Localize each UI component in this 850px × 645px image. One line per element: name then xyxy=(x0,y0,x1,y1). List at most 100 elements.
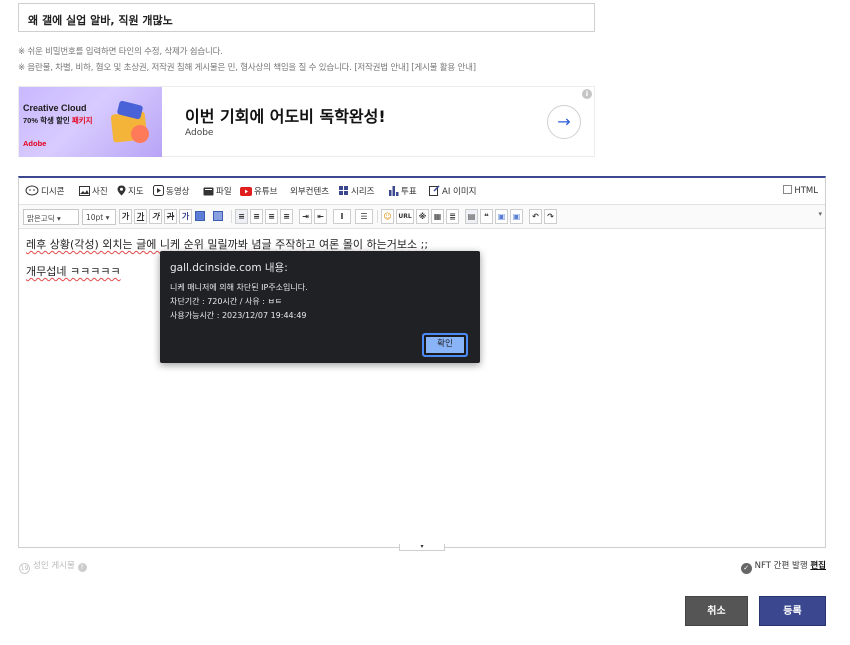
toolbar-series[interactable]: 시리즈 xyxy=(339,185,374,197)
dccon-icon xyxy=(25,185,39,196)
insert-toolbar: 디시콘 사진 지도 동영상 파일 유튜브 외부컨텐츠 시리즈 투표 AI 이미지… xyxy=(19,178,825,205)
line-height-icon[interactable]: I xyxy=(333,209,351,224)
submit-button[interactable]: 등록 xyxy=(759,596,826,626)
ad-image-discount: 70% 학생 할인 패키지 xyxy=(23,115,93,126)
poll-icon xyxy=(389,186,399,196)
toolbar-poll-label: 투표 xyxy=(401,187,417,197)
dialog-ok-button[interactable]: 확인 xyxy=(422,333,468,357)
expand-toolbar-icon[interactable]: ▾ xyxy=(818,210,822,218)
youtube-icon xyxy=(240,187,252,196)
photo-icon xyxy=(79,186,90,196)
save-icon[interactable]: ▣ xyxy=(510,209,523,224)
toolbar-ai-image-label: AI 이미지 xyxy=(442,187,477,197)
toolbar-ai-image[interactable]: AI 이미지 xyxy=(429,185,476,197)
font-family-select[interactable]: 맑은고딕 ▾ xyxy=(23,209,79,225)
toolbar-youtube[interactable]: 유튜브 xyxy=(240,185,277,197)
toolbar-youtube-label: 유튜브 xyxy=(254,187,278,197)
copyright-guide-link[interactable]: [저작권법 안내] xyxy=(354,63,409,73)
adult-rating-icon: 19 xyxy=(19,563,30,574)
italic-button[interactable]: 가 xyxy=(149,209,162,224)
toolbar-map-label: 지도 xyxy=(128,187,144,197)
outdent-icon[interactable]: ⇤ xyxy=(314,209,327,224)
toolbar-series-label: 시리즈 xyxy=(351,187,375,197)
toolbar-dccon[interactable]: 디시콘 xyxy=(25,185,64,197)
underline-button[interactable]: 가 xyxy=(134,209,147,224)
adult-post-option[interactable]: 19 성인 게시물 ? xyxy=(19,559,87,574)
toolbar-external-label: 외부컨텐츠 xyxy=(290,187,330,197)
strikethrough-button[interactable]: 가 xyxy=(164,209,177,224)
html-mode-toggle[interactable]: HTML xyxy=(783,185,818,196)
help-icon[interactable]: ? xyxy=(77,563,87,572)
align-left-icon[interactable]: ≡ xyxy=(235,209,248,224)
dialog-message-1: 니케 매니저에 의해 차단된 IP주소입니다. xyxy=(170,283,308,292)
redo-icon[interactable]: ↷ xyxy=(544,209,557,224)
video-icon xyxy=(153,185,164,196)
separator xyxy=(231,210,232,223)
align-center-icon[interactable]: ≡ xyxy=(250,209,263,224)
ad-image[interactable]: Creative Cloud 70% 학생 할인 패키지 Adobe xyxy=(19,87,162,157)
align-right-icon[interactable]: ≡ xyxy=(265,209,278,224)
font-size-select[interactable]: 10pt ▾ xyxy=(82,209,116,225)
series-icon xyxy=(339,186,348,195)
ad-discount-package: 패키지 xyxy=(71,116,93,125)
legal-notice-text: ※ 음란물, 차별, 비하, 혐오 및 초상권, 저작권 침해 게시물은 민, … xyxy=(18,63,352,73)
text-color-button[interactable]: 가 xyxy=(179,209,192,224)
dialog-message-2: 차단기간 : 720시간 / 사유 : ㅂㅌ xyxy=(170,297,283,306)
html-checkbox[interactable] xyxy=(783,185,793,194)
toolbar-map[interactable]: 지도 xyxy=(117,185,144,197)
format-toolbar: 맑은고딕 ▾ 10pt ▾ 가 가 가 가 가 ≡ ≡ ≡ ≡ ⇥ ⇤ I ☰ … xyxy=(19,205,825,229)
check-icon[interactable]: ✓ xyxy=(740,563,752,574)
font-family-value: 맑은고딕 xyxy=(27,214,55,223)
image-icon[interactable]: ▣ xyxy=(495,209,508,224)
alert-dialog: gall.dcinside.com 내용: 니케 매니저에 의해 차단된 IP주… xyxy=(160,251,480,363)
bg-color-swatch[interactable] xyxy=(195,211,205,221)
preview-icon[interactable]: ▤ xyxy=(465,209,478,224)
toolbar-video[interactable]: 동영상 xyxy=(153,185,189,197)
toolbar-external[interactable]: 외부컨텐츠 xyxy=(290,185,329,197)
info-icon[interactable]: i xyxy=(582,89,592,99)
quote-icon[interactable]: ❝ xyxy=(480,209,493,224)
ad-headline[interactable]: 이번 기회에 어도비 독학완성! xyxy=(185,103,386,127)
url-button[interactable]: URL xyxy=(396,209,414,224)
emoji-icon[interactable]: ☺ xyxy=(381,209,394,224)
map-pin-icon xyxy=(117,185,126,196)
toolbar-photo[interactable]: 사진 xyxy=(79,185,108,197)
highlight-swatch[interactable] xyxy=(213,211,223,221)
align-justify-icon[interactable]: ≡ xyxy=(280,209,293,224)
toolbar-video-label: 동영상 xyxy=(166,187,190,197)
file-icon xyxy=(203,187,214,196)
toolbar-file-label: 파일 xyxy=(216,187,232,197)
cancel-button[interactable]: 취소 xyxy=(685,596,748,626)
ad-sponsor: Adobe xyxy=(185,128,214,138)
nft-edit-link[interactable]: 편집 xyxy=(810,561,826,571)
resize-handle[interactable]: ▾ xyxy=(399,544,445,551)
ai-image-icon xyxy=(429,185,440,196)
list-icon[interactable]: ☰ xyxy=(355,209,373,224)
dialog-title: gall.dcinside.com 내용: xyxy=(170,262,288,274)
toolbar-photo-label: 사진 xyxy=(92,187,108,197)
ad-banner[interactable]: Creative Cloud 70% 학생 할인 패키지 Adobe 이번 기회… xyxy=(18,86,595,157)
legal-notice: ※ 음란물, 차별, 비하, 혐오 및 초상권, 저작권 침해 게시물은 민, … xyxy=(18,61,476,73)
html-label: HTML xyxy=(794,186,818,196)
font-size-value: 10pt xyxy=(86,213,104,222)
toolbar-poll[interactable]: 투표 xyxy=(389,185,417,197)
toolbar-file[interactable]: 파일 xyxy=(203,185,232,197)
nft-option[interactable]: ✓ NFT 간편 발행 편집 xyxy=(740,559,826,574)
indent-icon[interactable]: ⇥ xyxy=(299,209,312,224)
undo-icon[interactable]: ↶ xyxy=(529,209,542,224)
arrow-right-icon[interactable]: → xyxy=(547,105,581,139)
password-notice: ※ 쉬운 비밀번호를 입력하면 타인의 수정, 삭제가 쉽습니다. xyxy=(18,47,223,57)
nft-label: NFT 간편 발행 xyxy=(754,561,808,571)
ad-image-title: Creative Cloud xyxy=(23,103,87,113)
title-input[interactable]: 왜 갤에 실업 알바, 직원 개많노 xyxy=(18,3,595,32)
horizontal-rule-icon[interactable]: ≣ xyxy=(446,209,459,224)
adobe-logo: Adobe xyxy=(23,139,47,148)
post-usage-guide-link[interactable]: [게시물 활용 안내] xyxy=(411,63,476,73)
dialog-message-3: 사용가능시간 : 2023/12/07 19:44:49 xyxy=(170,311,307,320)
toolbar-dccon-label: 디시콘 xyxy=(41,187,65,197)
adult-post-label: 성인 게시물 xyxy=(33,561,75,571)
table-icon[interactable]: ▦ xyxy=(431,209,444,224)
bold-button[interactable]: 가 xyxy=(119,209,132,224)
special-char-icon[interactable]: ※ xyxy=(416,209,429,224)
separator xyxy=(377,210,378,223)
